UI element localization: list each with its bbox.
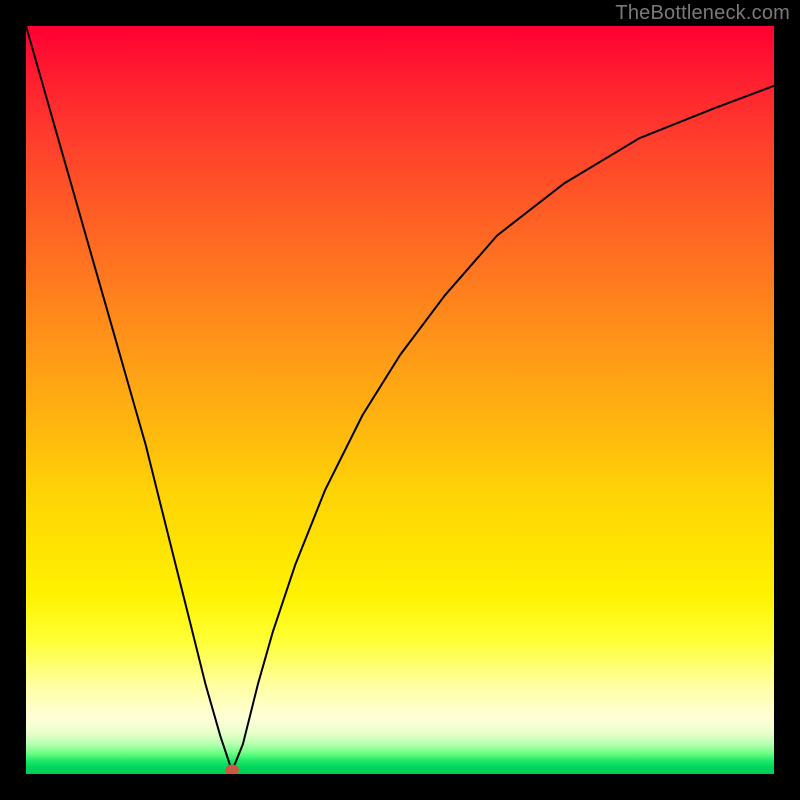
optimal-point-marker xyxy=(225,765,239,774)
curve-layer xyxy=(26,26,774,774)
bottleneck-curve xyxy=(26,26,774,770)
plot-area xyxy=(26,26,774,774)
watermark-text: TheBottleneck.com xyxy=(615,2,790,25)
chart-frame: TheBottleneck.com xyxy=(0,0,800,800)
